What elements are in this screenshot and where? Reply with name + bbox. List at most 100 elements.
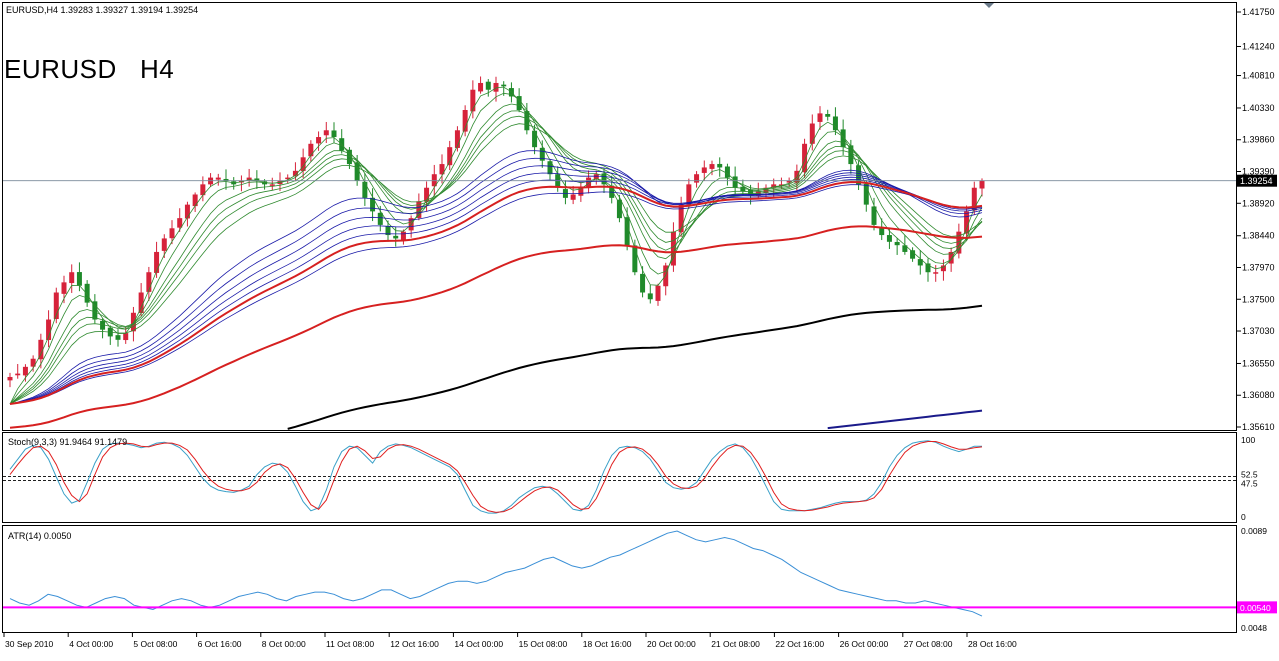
ma-red-line — [9, 180, 983, 405]
candle-body — [647, 293, 653, 300]
candle-body — [115, 335, 121, 340]
chart-big-title: EURUSD H4 — [4, 54, 175, 84]
stoch-axis-label: 0 — [1241, 512, 1246, 522]
candle-body — [22, 366, 28, 376]
price-axis: 1.417501.412401.408101.403301.398601.393… — [1237, 7, 1277, 432]
stoch-axis-label: 47.5 — [1241, 478, 1258, 488]
time-tick-label: 28 Oct 16:00 — [968, 639, 1017, 649]
atr-label: ATR(14) 0.0050 — [8, 531, 71, 541]
candle-body — [501, 84, 507, 87]
ma-green-line — [9, 86, 983, 405]
candle-body — [316, 137, 322, 144]
ma-blue-line — [9, 172, 983, 405]
candle-body — [809, 123, 815, 144]
candle-body — [655, 285, 661, 301]
time-tick-label: 18 Oct 16:00 — [583, 639, 632, 649]
price-tick-label: 1.37500 — [1242, 294, 1275, 304]
candle-body — [532, 130, 538, 148]
candle-body — [393, 235, 399, 239]
candle-body — [76, 272, 82, 286]
candle-body — [570, 194, 576, 200]
candle-body — [447, 147, 453, 166]
ma-black-line — [287, 304, 983, 430]
current-price-label: 1.39254 — [1240, 176, 1273, 186]
candle-body — [169, 228, 175, 239]
stoch-label: Stoch(9,3,3) 91.9464 91.1479 — [8, 437, 127, 447]
atr-panel-frame — [2, 525, 1237, 633]
time-tick-label: 26 Oct 00:00 — [840, 639, 889, 649]
candle-body — [69, 272, 75, 284]
candle-body — [964, 211, 970, 234]
candle-body — [184, 204, 190, 219]
candle-body — [362, 181, 368, 198]
candle-body — [894, 241, 900, 246]
price-tick-label: 1.37970 — [1242, 262, 1275, 272]
time-tick-label: 4 Oct 00:00 — [69, 639, 113, 649]
time-tick-label: 21 Oct 08:00 — [711, 639, 760, 649]
price-tick-label: 1.36550 — [1242, 358, 1275, 368]
candle-body — [817, 113, 823, 122]
atr-level-label: 0.00540 — [1240, 603, 1271, 613]
price-tick-label: 1.41750 — [1242, 7, 1275, 17]
price-tick-label: 1.40330 — [1242, 103, 1275, 113]
candle-body — [354, 162, 360, 181]
atr-plot[interactable]: 0.00540 0.0089 0.0048 — [3, 526, 1277, 633]
candle-body — [61, 282, 67, 294]
price-tick-label: 1.37030 — [1242, 326, 1275, 336]
candle-body — [215, 177, 221, 180]
candle-body — [400, 231, 406, 240]
candle-body — [694, 174, 700, 183]
time-tick-label: 20 Oct 00:00 — [647, 639, 696, 649]
atr-axis-label: 0.0048 — [1241, 623, 1267, 633]
time-tick-label: 8 Oct 00:00 — [262, 639, 306, 649]
candle-body — [323, 130, 329, 136]
candle-body — [192, 194, 198, 207]
candle-body — [701, 167, 707, 173]
time-tick-label: 15 Oct 08:00 — [519, 639, 568, 649]
time-axis: 30 Sep 2010 4 Oct 00:00 5 Oct 08:00 6 Oct 1… — [3, 633, 1017, 649]
time-tick-label: 11 Oct 08:00 — [326, 639, 374, 649]
stoch-axis-label: 100 — [1241, 435, 1255, 445]
candle-body — [933, 272, 939, 274]
candle-body — [15, 373, 21, 376]
price-plot[interactable] — [3, 76, 1236, 430]
ma-blue-line — [9, 150, 983, 405]
price-tick-label: 1.35610 — [1242, 422, 1275, 432]
chart-window[interactable]: 1.41750 1.41240 1.40810 1.40330 1.39860 1.393… — [0, 0, 1279, 656]
ma-blue-line — [9, 184, 983, 405]
candle-body — [123, 333, 129, 341]
candle-body — [331, 130, 337, 138]
candle-body — [154, 251, 160, 273]
stoch-panel-frame — [2, 432, 1237, 523]
price-tick-label: 1.39860 — [1242, 135, 1275, 145]
candle-body — [485, 81, 491, 90]
time-tick-label: 30 Sep 2010 — [5, 639, 53, 649]
time-tick-label: 5 Oct 08:00 — [133, 639, 177, 649]
candle-body — [161, 238, 167, 251]
time-tick-label: 22 Oct 16:00 — [775, 639, 824, 649]
time-tick-label: 12 Oct 16:00 — [390, 639, 439, 649]
price-tick-label: 1.36080 — [1242, 390, 1275, 400]
candle-body — [269, 184, 275, 186]
atr-series-line — [9, 530, 983, 617]
ma-blue-line — [9, 179, 983, 405]
candle-body — [377, 212, 383, 225]
symbol-info: EURUSD,H4 1.39283 1.39327 1.39194 1.3925… — [6, 5, 198, 15]
candle-body — [709, 164, 715, 169]
stoch-plot[interactable]: 10052.547.50 — [3, 435, 1258, 522]
ma-navy-line — [827, 409, 983, 430]
candle-body — [940, 265, 946, 272]
time-tick-label: 14 Oct 00:00 — [454, 639, 503, 649]
candle-body — [308, 143, 314, 157]
price-tick-label: 1.38440 — [1242, 231, 1275, 241]
price-tick-label: 1.41240 — [1242, 41, 1275, 51]
chart-canvas[interactable]: 1.417501.412401.408101.403301.398601.393… — [0, 0, 1279, 656]
candle-body — [640, 273, 646, 293]
atr-axis-label: 0.0089 — [1241, 526, 1267, 536]
price-tick-label: 1.38920 — [1242, 198, 1275, 208]
candle-body — [724, 166, 730, 178]
shift-marker-icon[interactable] — [984, 3, 994, 8]
candle-body — [146, 272, 152, 292]
candle-body — [925, 263, 931, 273]
candle-body — [825, 114, 831, 117]
